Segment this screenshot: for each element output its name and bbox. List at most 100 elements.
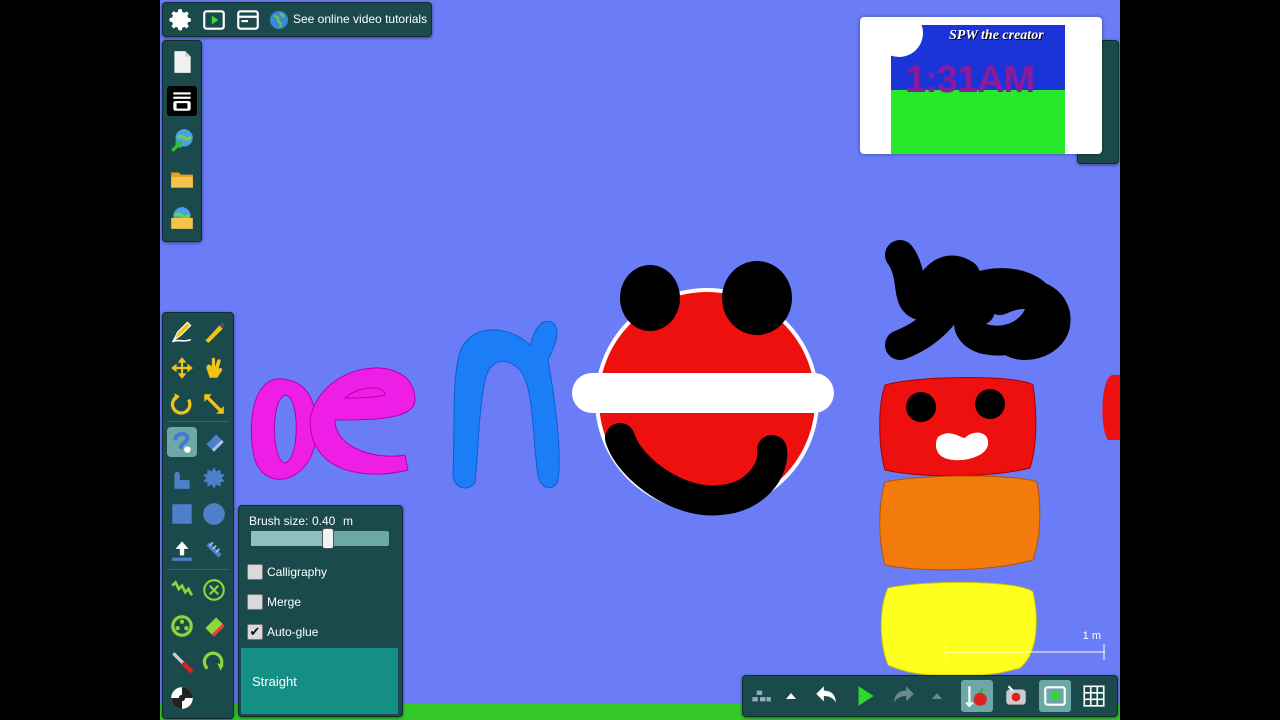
play-icon	[858, 686, 874, 706]
circle-tool[interactable]	[199, 499, 229, 529]
autoglue-checkbox[interactable]: ✔	[247, 624, 263, 640]
thrust-icon	[172, 541, 192, 561]
white-band	[572, 373, 834, 413]
menu-up-button-2[interactable]	[925, 681, 949, 711]
thrust-tool[interactable]	[167, 535, 197, 565]
menu-up-button[interactable]	[779, 681, 803, 711]
laser-tool[interactable]	[167, 683, 197, 713]
scene-preview[interactable]: SPW the creator 1:31AM	[860, 17, 1102, 154]
play-icon	[203, 10, 225, 30]
straight-button[interactable]: Straight	[241, 648, 398, 714]
menu-up-icon-2	[932, 693, 942, 699]
eraser-tool[interactable]	[199, 427, 229, 457]
open-folder-button[interactable]	[167, 164, 197, 194]
magenta-shape	[250, 378, 318, 480]
rotate-tool[interactable]	[167, 389, 197, 419]
brush-size-label: Brush size:	[249, 514, 309, 528]
gravity-icon	[965, 686, 987, 708]
share-button[interactable]	[167, 125, 197, 155]
hinge-tool[interactable]	[199, 575, 229, 605]
play-tutorial-button[interactable]	[199, 5, 229, 35]
undo-button[interactable]	[811, 681, 841, 711]
brush-size-unit: m	[343, 514, 353, 528]
camera-button[interactable]	[1001, 681, 1031, 711]
draw-icon	[171, 321, 192, 343]
preview-image: SPW the creator 1:31AM	[891, 25, 1065, 154]
gear-icon	[169, 9, 191, 31]
rope-tool[interactable]	[199, 535, 229, 565]
tool-panel	[162, 312, 234, 719]
play-button[interactable]	[850, 681, 880, 711]
slider-thumb[interactable]	[321, 528, 334, 549]
tool-divider-2	[167, 569, 229, 570]
globe-icon	[270, 11, 288, 29]
grid-toggle-icon	[752, 690, 771, 702]
scale-indicator: 1 m	[945, 630, 1105, 664]
magenta-e	[309, 367, 416, 475]
block-left-eye	[906, 392, 936, 422]
knife-icon	[172, 652, 193, 673]
new-file-button[interactable]	[167, 47, 197, 77]
open-folder-icon	[171, 172, 193, 188]
calligraphy-checkbox[interactable]	[247, 564, 263, 580]
scale-tool[interactable]	[199, 389, 229, 419]
hinge-icon	[203, 579, 225, 601]
menu-up-icon	[786, 693, 796, 699]
gravity-button[interactable]	[961, 680, 993, 712]
wheel-tool[interactable]	[167, 611, 197, 641]
settings-toggle-button[interactable]	[1039, 680, 1071, 712]
destroy-icon	[205, 617, 225, 637]
tutorial-link[interactable]: See online video tutorials	[293, 12, 427, 26]
slider-fill	[251, 531, 327, 546]
draw-shape-icon	[173, 431, 191, 453]
redo-button[interactable]	[889, 681, 919, 711]
file-panel	[162, 40, 202, 242]
rotate-icon	[170, 393, 192, 415]
draw-tool[interactable]	[167, 317, 197, 347]
rope-icon	[206, 541, 222, 558]
save-button[interactable]	[167, 203, 197, 233]
cut-icon	[205, 322, 225, 343]
laser-icon	[171, 687, 193, 709]
red-partial	[1102, 375, 1120, 440]
trace-tool[interactable]	[199, 647, 229, 677]
spring-tool[interactable]	[167, 575, 197, 605]
red-block	[879, 377, 1037, 477]
new-file-icon	[174, 51, 191, 73]
black-scribble	[885, 240, 1071, 360]
box-tool[interactable]	[167, 499, 197, 529]
merge-checkbox[interactable]	[247, 594, 263, 610]
brush-size-slider[interactable]	[251, 528, 389, 549]
box-icon	[172, 504, 192, 524]
trace-icon	[202, 651, 224, 671]
window-button[interactable]	[233, 5, 263, 35]
grid-icon	[1083, 685, 1105, 707]
globe-button[interactable]	[267, 5, 291, 35]
move-icon	[171, 357, 193, 379]
gear-shape-tool[interactable]	[199, 463, 229, 493]
app-canvas[interactable]: 1 m See online video tutorials Brush siz…	[160, 0, 1120, 720]
cut-tool[interactable]	[199, 317, 229, 347]
spring-icon	[171, 580, 193, 597]
layers-button[interactable]	[167, 86, 197, 116]
grid-toggle-button[interactable]	[745, 681, 775, 711]
merge-label: Merge	[267, 595, 302, 609]
knife-tool[interactable]	[167, 647, 197, 677]
straight-label: Straight	[252, 673, 297, 689]
layers-icon	[173, 92, 191, 111]
preview-time: 1:31AM	[905, 59, 1035, 101]
window-icon	[237, 10, 259, 30]
wheel-icon	[171, 615, 193, 637]
move-tool[interactable]	[167, 353, 197, 383]
draw-shape-tool[interactable]	[167, 427, 197, 457]
grid-button[interactable]	[1079, 681, 1109, 711]
brush-options-panel: Brush size: 0.40 m Calligraphy Merge ✔ A…	[238, 505, 403, 717]
destroy-tool[interactable]	[199, 611, 229, 641]
tool-divider	[167, 421, 229, 422]
grab-tool[interactable]	[199, 353, 229, 383]
settings-button[interactable]	[166, 5, 196, 35]
polygon-tool[interactable]	[167, 463, 197, 493]
calligraphy-label: Calligraphy	[267, 565, 328, 579]
preview-title: SPW the creator	[949, 28, 1044, 43]
settings-icon	[1044, 686, 1066, 706]
